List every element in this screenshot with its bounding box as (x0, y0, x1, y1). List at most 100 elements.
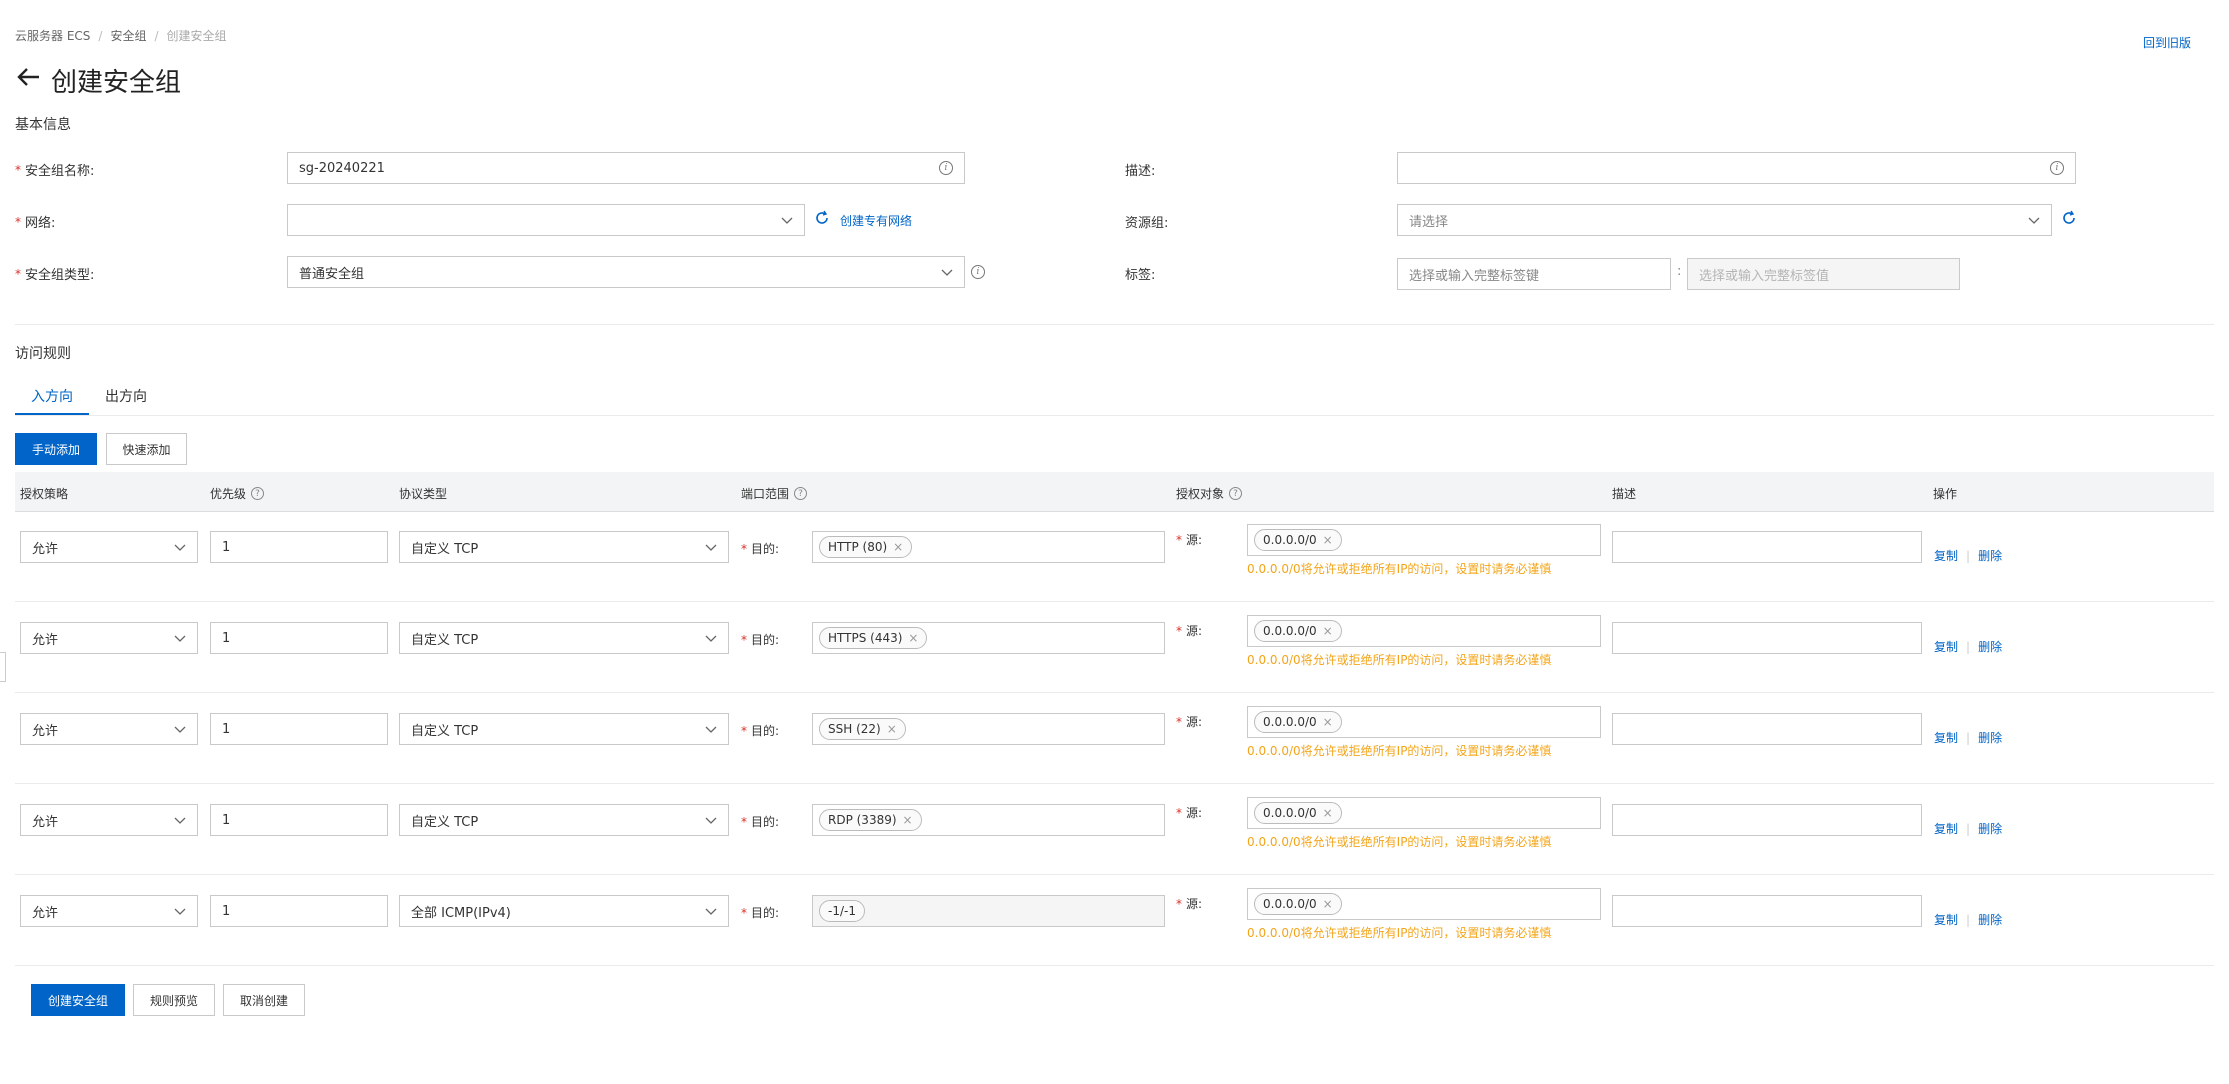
sg-name-input[interactable]: sg-20240221 i (287, 152, 965, 184)
close-icon[interactable]: × (1323, 533, 1333, 547)
source-tag[interactable]: 0.0.0.0/0 × (1254, 802, 1342, 824)
priority-input[interactable]: 1 (210, 713, 388, 745)
port-tag[interactable]: HTTPS (443) × (819, 627, 928, 649)
network-select[interactable] (287, 204, 805, 236)
back-arrow-icon[interactable] (15, 64, 41, 97)
refresh-icon[interactable] (2061, 210, 2077, 226)
delete-rule-link[interactable]: 删除 (1978, 820, 2002, 837)
port-tag[interactable]: SSH (22) × (819, 718, 906, 740)
priority-input[interactable]: 1 (210, 895, 388, 927)
close-icon[interactable]: × (1323, 715, 1333, 729)
protocol-select[interactable]: 自定义 TCP (399, 622, 729, 654)
port-tag[interactable]: RDP (3389) × (819, 809, 922, 831)
breadcrumb-security-group[interactable]: 安全组 (110, 27, 146, 44)
protocol-select[interactable]: 自定义 TCP (399, 713, 729, 745)
copy-rule-link[interactable]: 复制 (1934, 729, 1958, 746)
rule-description-input[interactable] (1612, 622, 1922, 654)
port-range-input[interactable]: -1/-1 (812, 895, 1165, 927)
breadcrumb-ecs[interactable]: 云服务器 ECS (15, 27, 90, 44)
source-input[interactable]: 0.0.0.0/0 × (1247, 524, 1601, 556)
priority-input[interactable]: 1 (210, 622, 388, 654)
required-mark: * (15, 162, 21, 177)
source-input[interactable]: 0.0.0.0/0 × (1247, 615, 1601, 647)
description-label: 描述: (1125, 164, 1156, 179)
delete-rule-link[interactable]: 删除 (1978, 547, 2002, 564)
close-icon[interactable]: × (1323, 897, 1333, 911)
row-actions: 复制 | 删除 (1934, 547, 2002, 564)
close-icon[interactable]: × (1323, 624, 1333, 638)
protocol-select[interactable]: 自定义 TCP (399, 804, 729, 836)
protocol-select[interactable]: 全部 ICMP(IPv4) (399, 895, 729, 927)
port-range-input[interactable]: HTTP (80) × (812, 531, 1165, 563)
sg-type-select[interactable]: 普通安全组 (287, 256, 965, 288)
dest-label: * 目的: (741, 905, 780, 921)
policy-select[interactable]: 允许 (20, 804, 198, 836)
copy-rule-link[interactable]: 复制 (1934, 547, 1958, 564)
protocol-select[interactable]: 自定义 TCP (399, 531, 729, 563)
tag-separator: : (1677, 264, 1682, 279)
close-icon[interactable]: × (903, 813, 913, 827)
tab-inbound[interactable]: 入方向 (31, 386, 73, 406)
close-icon[interactable]: × (893, 540, 903, 554)
source-warning-text: 0.0.0.0/0将允许或拒绝所有IP的访问，设置时请务必谨慎 (1247, 744, 1552, 758)
policy-select[interactable]: 允许 (20, 622, 198, 654)
source-tag[interactable]: 0.0.0.0/0 × (1254, 711, 1342, 733)
copy-rule-link[interactable]: 复制 (1934, 911, 1958, 928)
side-collapse-tab[interactable] (0, 652, 6, 682)
port-range-input[interactable]: HTTPS (443) × (812, 622, 1165, 654)
rule-description-input[interactable] (1612, 713, 1922, 745)
chevron-down-icon (705, 635, 717, 642)
chevron-down-icon (174, 726, 186, 733)
required-mark: * (1176, 896, 1182, 911)
policy-select[interactable]: 允许 (20, 713, 198, 745)
policy-select[interactable]: 允许 (20, 895, 198, 927)
delete-rule-link[interactable]: 删除 (1978, 638, 2002, 655)
copy-rule-link[interactable]: 复制 (1934, 638, 1958, 655)
manual-add-button[interactable]: 手动添加 (15, 433, 97, 465)
back-to-old-version-link[interactable]: 回到旧版 (2143, 34, 2191, 51)
access-rules-title: 访问规则 (15, 346, 71, 362)
close-icon[interactable]: × (908, 631, 918, 645)
row-divider (15, 874, 2214, 875)
close-icon[interactable]: × (1323, 806, 1333, 820)
copy-rule-link[interactable]: 复制 (1934, 820, 1958, 837)
source-warning-text: 0.0.0.0/0将允许或拒绝所有IP的访问，设置时请务必谨慎 (1247, 835, 1552, 849)
description-input[interactable]: i (1397, 152, 2076, 184)
cancel-create-button[interactable]: 取消创建 (223, 984, 305, 1016)
source-input[interactable]: 0.0.0.0/0 × (1247, 797, 1601, 829)
source-tag[interactable]: 0.0.0.0/0 × (1254, 529, 1342, 551)
priority-input[interactable]: 1 (210, 531, 388, 563)
rule-description-input[interactable] (1612, 895, 1922, 927)
resource-group-select[interactable]: 请选择 (1397, 204, 2052, 236)
preview-rules-button[interactable]: 规则预览 (133, 984, 215, 1016)
port-range-input[interactable]: SSH (22) × (812, 713, 1165, 745)
tag-value-input[interactable]: 选择或输入完整标签值 (1687, 258, 1960, 290)
network-label: * 网络: (15, 214, 56, 232)
source-input[interactable]: 0.0.0.0/0 × (1247, 706, 1601, 738)
delete-rule-link[interactable]: 删除 (1978, 911, 2002, 928)
chevron-down-icon (705, 908, 717, 915)
port-tag[interactable]: HTTP (80) × (819, 536, 913, 558)
create-security-group-button[interactable]: 创建安全组 (31, 984, 125, 1016)
required-mark: * (741, 632, 747, 647)
source-input[interactable]: 0.0.0.0/0 × (1247, 888, 1601, 920)
tab-outbound[interactable]: 出方向 (105, 386, 147, 406)
priority-input[interactable]: 1 (210, 804, 388, 836)
rule-description-input[interactable] (1612, 531, 1922, 563)
quick-add-button[interactable]: 快速添加 (106, 433, 187, 465)
source-tag[interactable]: 0.0.0.0/0 × (1254, 893, 1342, 915)
refresh-icon[interactable] (814, 210, 830, 226)
delete-rule-link[interactable]: 删除 (1978, 729, 2002, 746)
page-title: 创建安全组 (15, 62, 181, 99)
col-auth-object: 授权对象? (1176, 485, 1243, 502)
rule-description-input[interactable] (1612, 804, 1922, 836)
required-mark: * (1176, 805, 1182, 820)
source-label: * 源: (1176, 896, 1203, 912)
create-vpc-link[interactable]: 创建专有网络 (840, 212, 912, 229)
tag-key-input[interactable]: 选择或输入完整标签键 (1397, 258, 1671, 290)
close-icon[interactable]: × (887, 722, 897, 736)
policy-select[interactable]: 允许 (20, 531, 198, 563)
source-tag[interactable]: 0.0.0.0/0 × (1254, 620, 1342, 642)
source-warning-text: 0.0.0.0/0将允许或拒绝所有IP的访问，设置时请务必谨慎 (1247, 926, 1552, 940)
port-range-input[interactable]: RDP (3389) × (812, 804, 1165, 836)
